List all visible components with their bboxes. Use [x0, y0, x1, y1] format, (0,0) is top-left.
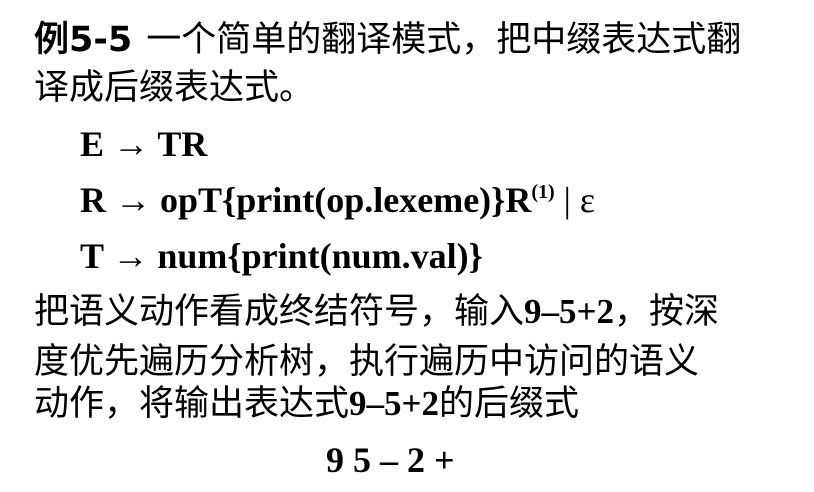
production-2: R → opT{print(op.lexeme)}R(1) | ε [80, 180, 595, 220]
explanation-text-1a: 把语义动作看成终结符号，输入 [34, 292, 525, 332]
example-title-line-2: 译成后缀表达式。 [34, 68, 314, 108]
production-1-rhs: TR [157, 124, 208, 164]
explanation-line-1: 把语义动作看成终结符号，输入9–5+2，按深 [34, 292, 719, 332]
production-2-rhs: opT{print(op.lexeme)}R [160, 180, 532, 220]
example-number: 例5-5 [34, 20, 133, 60]
production-3-rhs: num{print(num.val)} [157, 236, 483, 276]
explanation-text-1b: ，按深 [613, 292, 719, 332]
production-3-lhs: T [80, 236, 104, 276]
example-title-part1: 一个简单的翻译模式，把中缀表达式翻 [146, 20, 742, 60]
production-3: T → num{print(num.val)} [80, 236, 483, 276]
example-title-part2: 译成后缀表达式。 [34, 68, 315, 108]
explanation-input-expression: 9–5+2 [524, 292, 614, 331]
explanation-text-3a: 动作，将输出表达式 [34, 384, 350, 424]
production-1-arrow: → [113, 124, 150, 164]
production-1: E → TR [80, 124, 207, 164]
postfix-result: 9 5 – 2 + [326, 440, 455, 480]
example-title-line-1: 例5-5 一个简单的翻译模式，把中缀表达式翻 [34, 20, 741, 60]
explanation-line-3: 动作，将输出表达式9–5+2的后缀式 [34, 384, 579, 424]
production-2-alternative: | ε [563, 180, 595, 220]
explanation-text-2: 度优先遍历分析树，执行遍历中访问的语义 [34, 342, 700, 382]
explanation-expression: 9–5+2 [349, 384, 439, 423]
explanation-text-3b: 的后缀式 [438, 384, 579, 424]
production-1-lhs: E [80, 124, 105, 164]
production-2-lhs: R [80, 180, 106, 220]
production-2-arrow: → [115, 180, 151, 220]
explanation-line-2: 度优先遍历分析树，执行遍历中访问的语义 [34, 342, 699, 382]
production-3-arrow: → [112, 236, 149, 276]
production-2-superscript: (1) [531, 181, 555, 203]
